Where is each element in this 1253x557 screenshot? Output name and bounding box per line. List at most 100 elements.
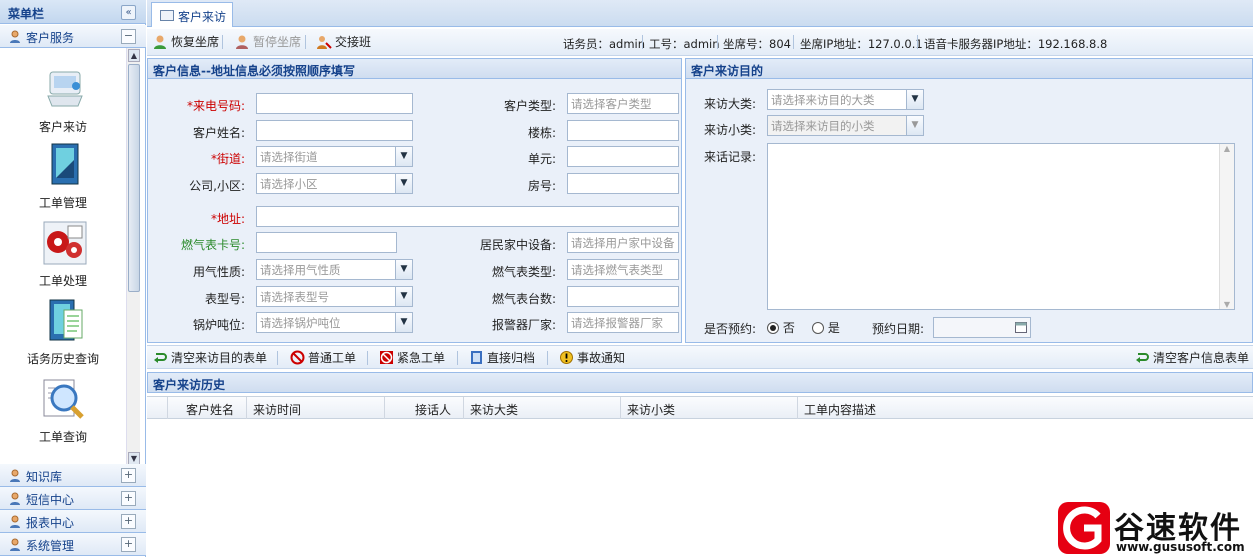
- sidebar-group-reports[interactable]: 报表中心 +: [0, 510, 146, 533]
- room-input[interactable]: [567, 173, 679, 194]
- column-header[interactable]: 工单内容描述: [798, 397, 1253, 419]
- address-input[interactable]: [256, 206, 679, 227]
- chevron-down-icon[interactable]: ▼: [395, 147, 412, 166]
- expand-group-icon[interactable]: +: [121, 514, 136, 529]
- scroll-thumb[interactable]: [128, 64, 140, 292]
- alarm-vendor-select[interactable]: 请选择报警器厂家: [567, 312, 679, 333]
- meter-count-label: 燃气表台数:: [491, 292, 556, 306]
- building-input[interactable]: [567, 120, 679, 141]
- select-placeholder: 请选择街道: [260, 150, 318, 164]
- separator: [222, 35, 223, 49]
- chevron-down-icon[interactable]: ▼: [395, 313, 412, 332]
- column-header[interactable]: 来访小类: [621, 397, 798, 419]
- sidebar-item-customer-visit[interactable]: 客户来访: [4, 66, 122, 142]
- collapse-group-icon[interactable]: −: [121, 29, 136, 44]
- chevron-down-icon[interactable]: ▼: [395, 174, 412, 193]
- handover-button[interactable]: 交接班: [317, 33, 371, 51]
- customer-name-input[interactable]: [256, 120, 413, 141]
- home-device-select[interactable]: 请选择用户家中设备: [567, 232, 679, 253]
- separator: [305, 35, 306, 49]
- sidebar-group-system[interactable]: 系统管理 +: [0, 533, 146, 556]
- tab-label: 客户来访: [178, 10, 227, 24]
- separator: [367, 351, 368, 365]
- gusu-logo: [1058, 502, 1110, 554]
- meter-type-select[interactable]: 请选择燃气表类型: [567, 259, 679, 280]
- boiler-select[interactable]: 请选择锅炉吨位 ▼: [256, 312, 413, 333]
- unit-input[interactable]: [567, 146, 679, 167]
- gears-icon: [43, 221, 87, 265]
- select-placeholder: 请选择锅炉吨位: [260, 316, 341, 330]
- urgent-icon: [380, 351, 393, 364]
- sidebar-scrollbar[interactable]: ▲ ▼: [126, 48, 140, 466]
- gas-card-input[interactable]: [256, 232, 397, 253]
- sidebar-item-label: 工单查询: [38, 430, 87, 444]
- customer-type-select[interactable]: 请选择客户类型: [567, 93, 679, 114]
- sidebar-group-customer-service[interactable]: 客户服务 −: [0, 25, 146, 48]
- gas-nature-label: 用气性质:: [192, 265, 245, 279]
- normal-ticket-button[interactable]: 普通工单: [290, 349, 356, 367]
- user-icon: [10, 492, 20, 505]
- row-number-column: [147, 397, 168, 419]
- user-icon: [10, 30, 20, 43]
- expand-group-icon[interactable]: +: [121, 537, 136, 552]
- street-select[interactable]: 请选择街道 ▼: [256, 146, 413, 167]
- scroll-down-icon[interactable]: ▼: [1220, 300, 1234, 309]
- chevron-down-icon[interactable]: ▼: [906, 116, 923, 135]
- button-label: 清空客户信息表单: [1153, 351, 1250, 365]
- sidebar-item-ticket-query[interactable]: 工单查询: [4, 376, 122, 452]
- scroll-up-icon[interactable]: ▲: [1220, 144, 1234, 153]
- separator: [277, 351, 278, 365]
- chevron-down-icon[interactable]: ▼: [906, 90, 923, 109]
- button-label: 暂停坐席: [253, 35, 302, 49]
- column-header[interactable]: 客户姓名: [168, 397, 247, 419]
- meter-model-select[interactable]: 请选择表型号 ▼: [256, 286, 413, 307]
- clear-arrow-icon: [1136, 353, 1149, 363]
- select-placeholder: 请选择来访目的小类: [771, 119, 875, 133]
- select-placeholder: 请选择用气性质: [260, 263, 341, 277]
- phone-icon: [47, 71, 83, 107]
- sidebar-item-ticket-management[interactable]: 工单管理: [4, 142, 122, 218]
- expand-group-icon[interactable]: +: [121, 491, 136, 506]
- sidebar-group-sms[interactable]: 短信中心 +: [0, 487, 146, 510]
- clear-purpose-button[interactable]: 清空来访目的表单: [153, 349, 267, 367]
- button-label: 恢复坐席: [171, 35, 220, 49]
- sidebar-item-ticket-processing[interactable]: 工单处理: [4, 220, 122, 296]
- pause-seat-button[interactable]: 暂停坐席: [235, 33, 301, 51]
- chevron-down-icon[interactable]: ▼: [395, 260, 412, 279]
- collapse-sidebar-button[interactable]: «: [121, 5, 136, 20]
- clear-arrow-icon: [154, 353, 167, 363]
- appointment-no-option[interactable]: 否: [767, 319, 795, 336]
- group-label: 报表中心: [26, 516, 75, 530]
- radio-selected-icon[interactable]: [767, 322, 779, 334]
- gas-nature-select[interactable]: 请选择用气性质 ▼: [256, 259, 413, 280]
- column-header[interactable]: 来访大类: [464, 397, 621, 419]
- visit-major-select[interactable]: 请选择来访目的大类 ▼: [767, 89, 924, 110]
- meter-count-input[interactable]: [567, 286, 679, 307]
- expand-group-icon[interactable]: +: [121, 468, 136, 483]
- user-green-icon: [154, 35, 166, 49]
- urgent-ticket-button[interactable]: 紧急工单: [379, 349, 445, 367]
- visit-minor-select[interactable]: 请选择来访目的小类 ▼: [767, 115, 924, 136]
- calendar-icon[interactable]: [1015, 321, 1027, 333]
- caller-number-input[interactable]: [256, 93, 413, 114]
- chevron-down-icon[interactable]: ▼: [395, 287, 412, 306]
- column-header[interactable]: 接话人: [385, 397, 464, 419]
- textarea-scrollbar[interactable]: ▲ ▼: [1219, 144, 1234, 309]
- sidebar-item-call-history[interactable]: 话务历史查询: [4, 298, 122, 374]
- appointment-date-input[interactable]: [933, 317, 1031, 338]
- community-select[interactable]: 请选择小区 ▼: [256, 173, 413, 194]
- select-placeholder: 请选择客户类型: [571, 97, 652, 111]
- operator-status: 话务员：admin: [563, 37, 646, 51]
- resume-seat-button[interactable]: 恢复坐席: [153, 33, 219, 51]
- tab-customer-visit[interactable]: 客户来访: [151, 2, 233, 27]
- archive-button[interactable]: 直接归档: [469, 349, 535, 367]
- appointment-yes-option[interactable]: 是: [812, 319, 840, 336]
- scroll-up-icon[interactable]: ▲: [128, 49, 140, 62]
- radio-icon[interactable]: [812, 322, 824, 334]
- sidebar-group-knowledge[interactable]: 知识库 +: [0, 464, 146, 487]
- column-header[interactable]: 来访时间: [247, 397, 385, 419]
- clear-customer-button[interactable]: 清空客户信息表单: [1135, 349, 1249, 367]
- call-record-textarea[interactable]: ▲ ▼: [767, 143, 1235, 310]
- incident-notice-button[interactable]: 事故通知: [559, 349, 625, 367]
- archive-icon: [471, 351, 482, 364]
